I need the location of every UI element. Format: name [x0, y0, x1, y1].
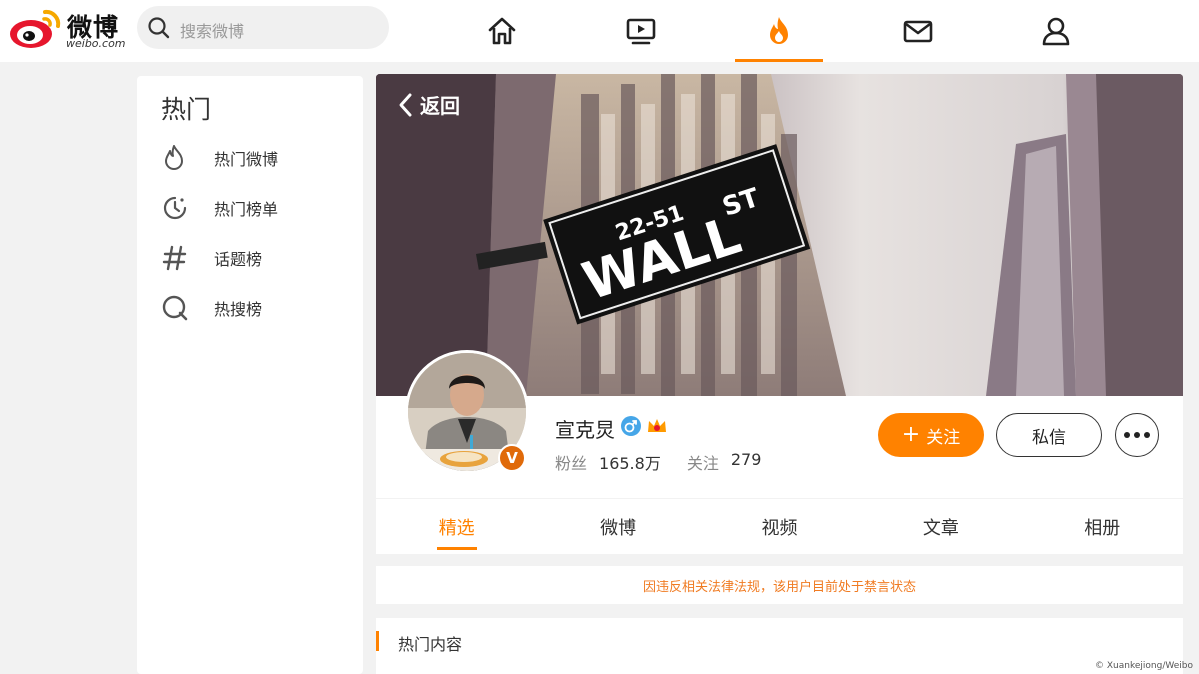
sidebar-item-label: 热门微博	[214, 150, 279, 169]
follow-button[interactable]: + 关注	[878, 413, 984, 457]
tab-videos[interactable]: 视频	[699, 499, 860, 554]
back-button[interactable]: 返回	[396, 90, 460, 119]
tab-weibo[interactable]: 微博	[537, 499, 698, 554]
more-dot-icon	[1124, 432, 1130, 438]
sidebar-title: 热门	[161, 95, 212, 124]
profile-stats: 粉丝 165.8万 关注 279	[555, 450, 761, 474]
chevron-left-icon	[399, 93, 412, 116]
profile-icon	[1042, 17, 1070, 46]
home-icon	[488, 17, 516, 45]
follow-button-label: 关注	[926, 427, 961, 448]
mail-icon	[903, 20, 933, 43]
sidebar-item-label: 热搜榜	[214, 300, 263, 319]
vip-crown-icon	[648, 419, 666, 432]
followers-label: 粉丝	[555, 454, 588, 473]
nav-profile[interactable]	[1012, 0, 1100, 62]
more-dot-icon	[1134, 432, 1140, 438]
search-box[interactable]: 搜索微博	[137, 6, 389, 49]
hot-fire-icon	[770, 17, 788, 44]
tab-articles[interactable]: 文章	[860, 499, 1021, 554]
search-input[interactable]: 搜索微博	[180, 18, 244, 42]
cover-image: 22-51 WALL ST 返回	[376, 74, 1183, 396]
fire-outline-icon	[161, 143, 193, 173]
nav-home[interactable]	[458, 0, 546, 62]
tab-albums[interactable]: 相册	[1022, 499, 1183, 554]
nav-messages[interactable]	[874, 0, 962, 62]
section-accent-bar	[376, 631, 379, 651]
tab-featured[interactable]: 精选	[376, 499, 537, 554]
wall-street-cover-photo: 22-51 WALL ST	[376, 74, 1183, 396]
search-ring-icon	[161, 293, 193, 323]
photo-credit: © Xuankejiong/Weibo	[1095, 661, 1193, 671]
search-icon	[148, 17, 170, 39]
clock-icon	[161, 193, 193, 223]
sidebar-item-hot-search[interactable]: 热搜榜	[161, 293, 351, 323]
more-options-button[interactable]	[1115, 413, 1159, 457]
plus-icon: +	[901, 422, 921, 447]
sidebar-item-label: 热门榜单	[214, 200, 279, 219]
male-gender-icon	[621, 416, 641, 436]
left-sidebar: 热门 热门微博 热门榜单 话题榜 热搜榜	[137, 76, 363, 674]
top-navigation-bar: 微博 weibo.com 搜索微博	[0, 0, 1199, 62]
followers-count[interactable]: 165.8万	[599, 450, 661, 474]
message-button-label: 私信	[1032, 427, 1066, 448]
weibo-logo[interactable]: 微博 weibo.com	[9, 6, 129, 50]
hot-content-section: 热门内容	[376, 618, 1183, 674]
sidebar-item-hot-weibo[interactable]: 热门微博	[161, 143, 351, 173]
sidebar-item-topics[interactable]: 话题榜	[161, 243, 351, 273]
profile-username: 宣克炅	[555, 418, 615, 442]
profile-tabs: 精选 微博 视频 文章 相册	[376, 499, 1183, 554]
verified-v-badge: V	[498, 444, 526, 472]
video-icon	[626, 18, 656, 45]
hashtag-icon	[161, 243, 193, 273]
back-label: 返回	[420, 94, 460, 118]
sidebar-item-hot-list[interactable]: 热门榜单	[161, 193, 351, 223]
weibo-eye-logo-icon	[10, 9, 61, 48]
hot-content-title: 热门内容	[398, 635, 463, 654]
message-button[interactable]: 私信	[996, 413, 1102, 457]
following-label: 关注	[686, 454, 719, 473]
ban-notice: 因违反相关法律法规，该用户目前处于禁言状态	[376, 566, 1183, 604]
sidebar-item-label: 话题榜	[214, 250, 263, 269]
profile-header: V 宣克炅 粉丝 165.8万 关注 279 + 关注 私信	[376, 350, 1183, 498]
logo-domain: weibo.com	[66, 37, 126, 50]
more-dot-icon	[1144, 432, 1150, 438]
nav-video[interactable]	[597, 0, 685, 62]
following-count[interactable]: 279	[731, 450, 762, 474]
nav-hot[interactable]	[735, 0, 823, 62]
